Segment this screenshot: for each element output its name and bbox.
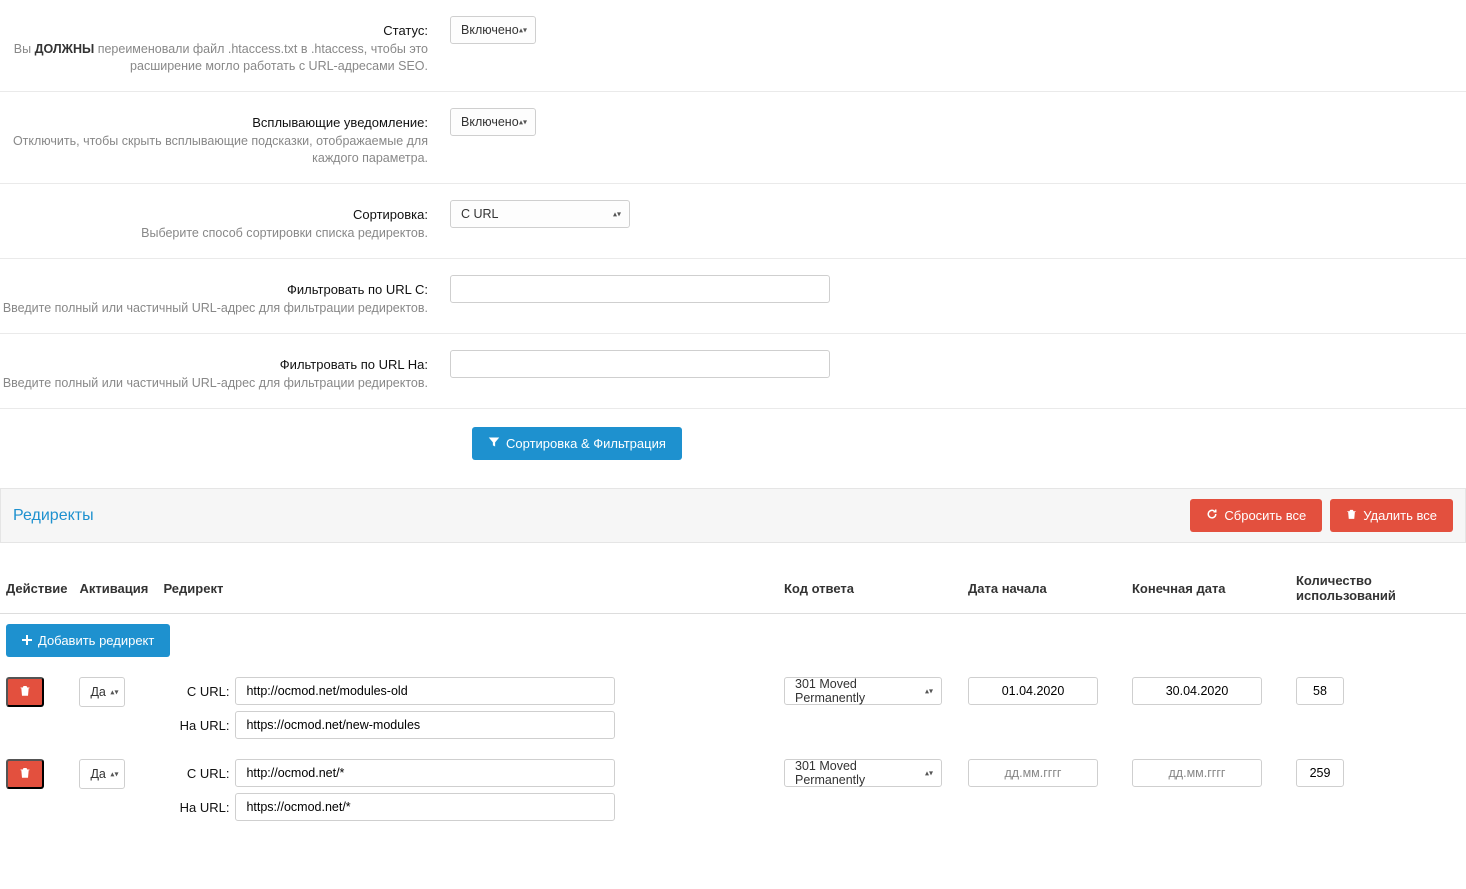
sort-help: Выберите способ сортировки списка редире… [0, 225, 428, 242]
popup-select[interactable]: Включено ▴▾ [450, 108, 536, 136]
status-help-bold: ДОЛЖНЫ [35, 42, 95, 56]
chevron-updown-icon: ▴▾ [925, 771, 933, 776]
refresh-icon [1206, 508, 1218, 523]
trash-icon [1346, 508, 1357, 523]
activation-select[interactable]: Да ▴▾ [79, 677, 125, 707]
url-to-input[interactable] [235, 711, 615, 739]
activation-value: Да [90, 767, 105, 781]
status-help-pre: Вы [14, 42, 35, 56]
sort-filter-button-label: Сортировка & Фильтрация [506, 436, 666, 451]
response-code-select[interactable]: 301 Moved Permanently ▴▾ [784, 677, 942, 705]
filter-to-label: Фильтровать по URL На: [0, 356, 428, 374]
filter-from-input[interactable] [450, 275, 830, 303]
start-date-input[interactable] [968, 759, 1098, 787]
col-count: Количество использований [1290, 565, 1466, 614]
filter-from-label: Фильтровать по URL С: [0, 281, 428, 299]
add-row: Добавить редирект [0, 614, 1466, 668]
sort-filter-button[interactable]: Сортировка & Фильтрация [472, 427, 682, 460]
row-popup: Всплывающие уведомление: Отключить, чтоб… [0, 92, 1466, 184]
usage-count-input[interactable] [1296, 759, 1344, 787]
url-from-input[interactable] [235, 759, 615, 787]
col-action: Действие [0, 565, 73, 614]
activation-select[interactable]: Да ▴▾ [79, 759, 125, 789]
activation-value: Да [90, 685, 105, 699]
row-status: Статус: Вы ДОЛЖНЫ переименовали файл .ht… [0, 0, 1466, 92]
delete-all-label: Удалить все [1363, 508, 1437, 523]
label-col-filter-from: Фильтровать по URL С: Введите полный или… [0, 275, 450, 317]
label-col-filter-to: Фильтровать по URL На: Введите полный ил… [0, 350, 450, 392]
response-code-value: 301 Moved Permanently [795, 759, 919, 787]
filter-to-help: Введите полный или частичный URL-адрес д… [0, 375, 428, 392]
status-help-post: переименовали файл .htaccess.txt в .htac… [94, 42, 428, 73]
reset-all-label: Сбросить все [1224, 508, 1306, 523]
url-from-label: C URL: [163, 684, 229, 699]
panel-heading-redirects: Редиректы Сбросить все Удалить все [0, 488, 1466, 543]
end-date-input[interactable] [1132, 677, 1262, 705]
chevron-updown-icon: ▴▾ [519, 28, 527, 33]
url-to-label: На URL: [163, 800, 229, 815]
popup-help: Отключить, чтобы скрыть всплывающие подс… [0, 133, 428, 167]
chevron-updown-icon: ▴▾ [110, 772, 118, 777]
response-code-select[interactable]: 301 Moved Permanently ▴▾ [784, 759, 942, 787]
popup-label: Всплывающие уведомление: [0, 114, 428, 132]
status-help: Вы ДОЛЖНЫ переименовали файл .htaccess.t… [0, 41, 428, 75]
sort-label: Сортировка: [0, 206, 428, 224]
row-sort: Сортировка: Выберите способ сортировки с… [0, 184, 1466, 259]
label-col-sort: Сортировка: Выберите способ сортировки с… [0, 200, 450, 242]
add-redirect-button[interactable]: Добавить редирект [6, 624, 170, 657]
panel-title: Редиректы [13, 507, 94, 525]
col-redirect: Редирект [157, 565, 778, 614]
start-date-input[interactable] [968, 677, 1098, 705]
col-code: Код ответа [778, 565, 962, 614]
trash-icon [19, 684, 31, 700]
reset-all-button[interactable]: Сбросить все [1190, 499, 1322, 532]
row-sort-filter-action: Сортировка & Фильтрация [0, 409, 1466, 478]
redirects-table: Действие Активация Редирект Код ответа Д… [0, 565, 1466, 831]
delete-row-button[interactable] [6, 759, 44, 789]
chevron-updown-icon: ▴▾ [110, 690, 118, 695]
filter-icon [488, 436, 500, 451]
row-filter-from: Фильтровать по URL С: Введите полный или… [0, 259, 1466, 334]
plus-icon [22, 633, 32, 648]
trash-icon [19, 766, 31, 782]
label-col-status: Статус: Вы ДОЛЖНЫ переименовали файл .ht… [0, 16, 450, 75]
status-select-value: Включено [461, 23, 519, 37]
url-to-input[interactable] [235, 793, 615, 821]
status-select[interactable]: Включено ▴▾ [450, 16, 536, 44]
status-label: Статус: [0, 22, 428, 40]
delete-row-button[interactable] [6, 677, 44, 707]
response-code-value: 301 Moved Permanently [795, 677, 919, 705]
col-end: Конечная дата [1126, 565, 1290, 614]
col-start: Дата начала [962, 565, 1126, 614]
add-redirect-label: Добавить редирект [38, 633, 154, 648]
label-col-popup: Всплывающие уведомление: Отключить, чтоб… [0, 108, 450, 167]
url-from-input[interactable] [235, 677, 615, 705]
sort-select-value: C URL [461, 207, 499, 221]
url-to-label: На URL: [163, 718, 229, 733]
chevron-updown-icon: ▴▾ [519, 120, 527, 125]
table-row: Да ▴▾ C URL: На URL: 301 Moved Permanentl… [0, 749, 1466, 831]
delete-all-button[interactable]: Удалить все [1330, 499, 1453, 532]
url-from-label: C URL: [163, 766, 229, 781]
row-filter-to: Фильтровать по URL На: Введите полный ил… [0, 334, 1466, 409]
col-activation: Активация [73, 565, 157, 614]
filter-to-input[interactable] [450, 350, 830, 378]
sort-select[interactable]: C URL ▴▾ [450, 200, 630, 228]
table-row: Да ▴▾ C URL: На URL: 301 Moved Permanentl… [0, 667, 1466, 749]
filter-from-help: Введите полный или частичный URL-адрес д… [0, 300, 428, 317]
chevron-updown-icon: ▴▾ [613, 212, 621, 217]
usage-count-input[interactable] [1296, 677, 1344, 705]
end-date-input[interactable] [1132, 759, 1262, 787]
popup-select-value: Включено [461, 115, 519, 129]
chevron-updown-icon: ▴▾ [925, 689, 933, 694]
